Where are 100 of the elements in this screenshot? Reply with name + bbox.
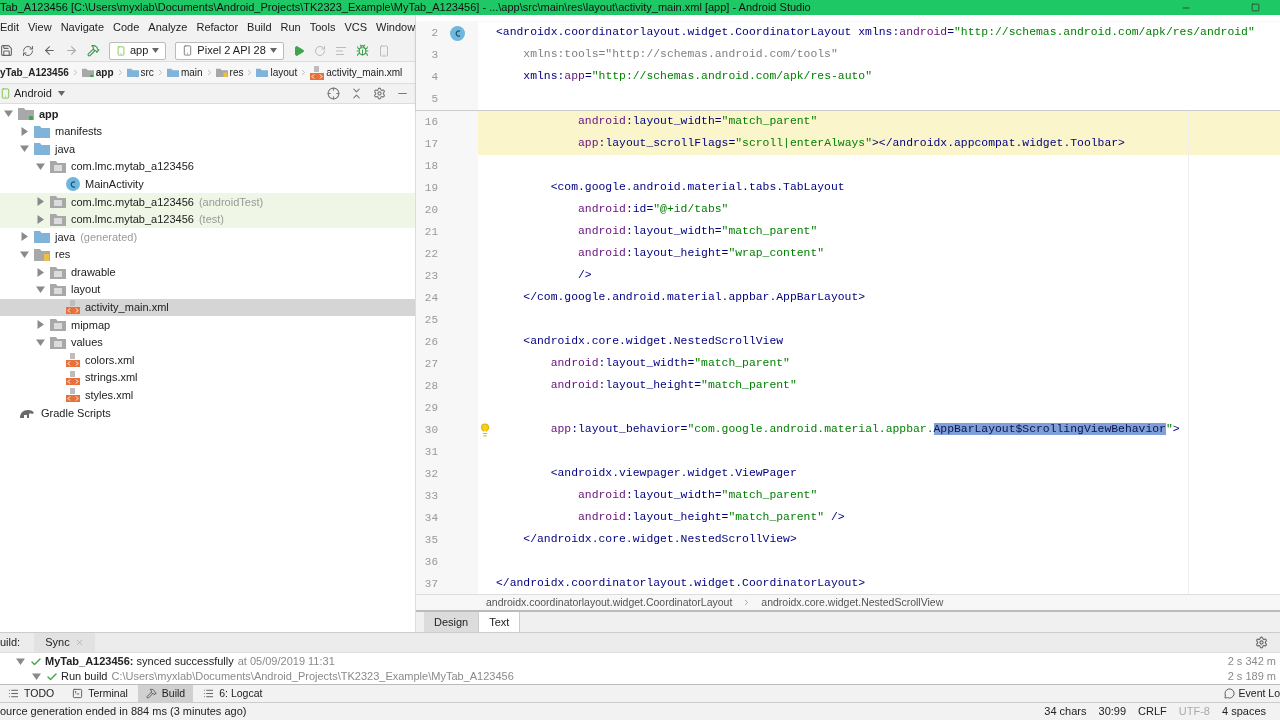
android-icon: [116, 45, 126, 56]
tree-item[interactable]: java (generated): [0, 228, 415, 246]
status-item[interactable]: 30:99: [1098, 703, 1127, 720]
collapse-arrow-icon[interactable]: [36, 285, 45, 295]
code-line: <com.google.android.material.tabs.TabLayout: [549, 180, 845, 196]
expand-arrow-icon[interactable]: [36, 320, 45, 330]
menu-item[interactable]: Run: [280, 19, 301, 36]
status-item[interactable]: 4 spaces: [1221, 703, 1266, 720]
menu-item[interactable]: Window: [376, 19, 415, 36]
locate-icon[interactable]: [327, 87, 340, 100]
menu-item[interactable]: Code: [113, 19, 140, 36]
breadcrumb-item[interactable]: res: [229, 65, 244, 80]
debug-icon[interactable]: [355, 44, 369, 57]
sync-tab[interactable]: Sync: [34, 633, 95, 652]
collapse-arrow-icon[interactable]: [16, 657, 25, 666]
menu-item[interactable]: Edit: [0, 19, 19, 36]
collapse-arrow-icon[interactable]: [36, 338, 45, 347]
forward-arrow-icon[interactable]: [65, 44, 78, 57]
line-number: 18: [423, 158, 438, 174]
folder-icon: [215, 67, 228, 78]
collapse-arrow-icon[interactable]: [36, 162, 45, 172]
tree-item[interactable]: styles.xml: [0, 386, 415, 405]
module-dropdown[interactable]: app: [109, 41, 167, 60]
expand-arrow-icon[interactable]: [36, 197, 45, 207]
settings-icon[interactable]: [373, 87, 386, 100]
line-number: 4: [430, 69, 438, 85]
tool-window-tab[interactable]: Build: [137, 685, 194, 702]
breadcrumb-item[interactable]: app: [95, 65, 114, 80]
back-arrow-icon[interactable]: [43, 44, 56, 57]
collapse-arrow-icon[interactable]: [20, 250, 29, 260]
view-dropdown[interactable]: Android: [14, 85, 65, 102]
tree-item[interactable]: app: [0, 105, 415, 123]
expand-arrow-icon[interactable]: [20, 126, 29, 136]
breadcrumb-item[interactable]: src: [140, 65, 154, 80]
settings-icon[interactable]: [1255, 636, 1268, 649]
tree-item-label: com.lmc.mytab_a123456: [71, 159, 194, 175]
menu-item[interactable]: VCS: [344, 19, 368, 36]
status-item[interactable]: 34 chars: [1044, 703, 1087, 720]
xml-file-icon: [310, 65, 325, 80]
expand-arrow-icon[interactable]: [36, 214, 45, 224]
path-item[interactable]: androidx.coordinatorlayout.widget.CoordinatorLayout: [486, 594, 733, 611]
status-item[interactable]: CRLF: [1138, 703, 1167, 720]
expand-arrow-icon[interactable]: [36, 267, 45, 277]
collapse-arrow-icon[interactable]: [32, 672, 41, 681]
tree-item[interactable]: activity_main.xml: [0, 298, 415, 317]
tree-item[interactable]: java: [0, 140, 415, 158]
menu-item[interactable]: View: [27, 19, 52, 36]
collapse-arrow-icon[interactable]: [20, 144, 29, 154]
tree-item[interactable]: com.lmc.mytab_a123456: [0, 157, 415, 176]
menu-item[interactable]: Build: [247, 19, 272, 36]
breadcrumb-item[interactable]: layout: [270, 65, 298, 80]
tree-item[interactable]: values: [0, 333, 415, 352]
phone-icon: [182, 45, 194, 56]
class-icon: [66, 177, 80, 192]
build-duration: 2 s 189 m: [1227, 669, 1276, 685]
event-log-tab[interactable]: Event Lo: [1223, 685, 1280, 702]
line-number: 3: [430, 47, 438, 63]
tree-item[interactable]: layout: [0, 280, 415, 299]
tree-item[interactable]: mipmap: [0, 316, 415, 334]
tree-item-label: activity_main.xml: [85, 300, 169, 316]
lightbulb-icon[interactable]: [478, 423, 492, 437]
caret-icon[interactable]: [152, 48, 160, 53]
folder-icon: [18, 107, 34, 121]
breadcrumb-item[interactable]: main: [180, 65, 203, 80]
line-number: 24: [423, 290, 438, 306]
class-icon[interactable]: [450, 25, 465, 41]
tree-item[interactable]: manifests: [0, 122, 415, 141]
collapse-arrow-icon[interactable]: [4, 109, 13, 119]
caret-icon[interactable]: [269, 48, 277, 53]
run-icon[interactable]: [292, 44, 305, 57]
menu-item[interactable]: Analyze: [148, 19, 188, 36]
breadcrumb-item[interactable]: activity_main.xml: [326, 65, 403, 80]
line-number: 19: [423, 180, 438, 196]
line-number: 25: [423, 312, 438, 328]
maximize-icon[interactable]: [1251, 2, 1260, 12]
save-icon[interactable]: [0, 44, 13, 57]
line-number: 16: [423, 114, 438, 130]
tree-item[interactable]: drawable: [0, 263, 415, 281]
expand-arrow-icon[interactable]: [20, 232, 29, 242]
menu-item[interactable]: Tools: [309, 19, 336, 36]
tool-window-tab[interactable]: Terminal: [64, 685, 136, 702]
tree-item[interactable]: res: [0, 245, 415, 264]
path-item[interactable]: androidx.core.widget.NestedScrollView: [761, 594, 944, 611]
tool-window-tab[interactable]: TODO: [0, 685, 63, 702]
menu-item[interactable]: Navigate: [60, 19, 105, 36]
tool-window-tab[interactable]: 6: Logcat: [195, 685, 271, 702]
breadcrumb-item[interactable]: yTab_A123456: [0, 65, 69, 80]
tree-item[interactable]: com.lmc.mytab_a123456 (androidTest): [0, 192, 415, 211]
caret-icon[interactable]: [57, 91, 65, 96]
hammer-icon[interactable]: [87, 44, 100, 57]
device-dropdown[interactable]: Pixel 2 API 28: [175, 41, 284, 60]
tree-item[interactable]: MainActivity: [0, 175, 415, 193]
menu-item[interactable]: Refactor: [196, 19, 239, 36]
editor-tab[interactable]: Design: [424, 612, 480, 632]
collapse-all-icon[interactable]: [350, 87, 363, 100]
editor-tab[interactable]: Text: [479, 612, 521, 632]
tree-item[interactable]: strings.xml: [0, 368, 415, 387]
sync-icon[interactable]: [22, 44, 34, 57]
tree-item[interactable]: Gradle Scripts: [0, 404, 415, 422]
tree-item[interactable]: colors.xml: [0, 351, 415, 369]
